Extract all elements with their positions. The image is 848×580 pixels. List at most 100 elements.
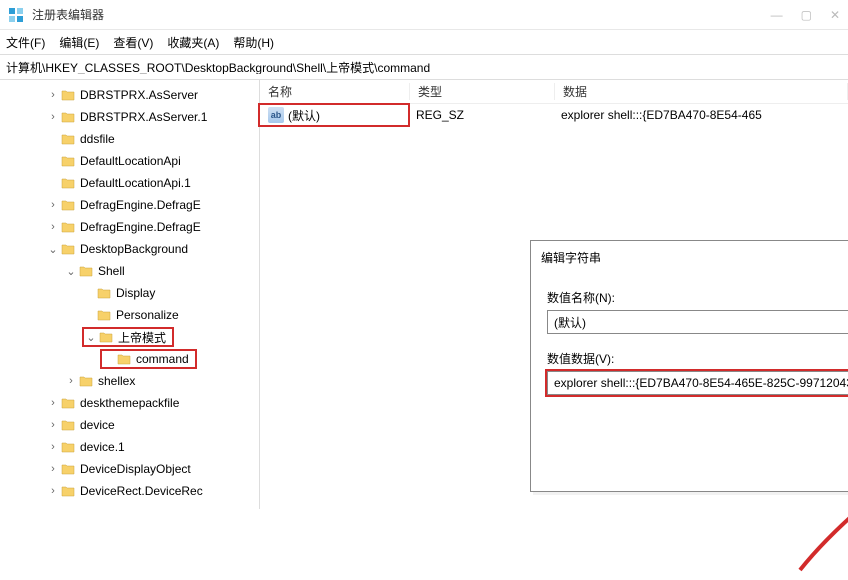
list-header: 名称 类型 数据 (260, 80, 848, 104)
folder-icon (60, 439, 76, 455)
folder-icon (60, 395, 76, 411)
titlebar: 注册表编辑器 — ▢ ✕ (0, 0, 848, 30)
tree-item[interactable]: Display (0, 282, 259, 304)
folder-icon (60, 461, 76, 477)
menu-edit[interactable]: 编辑(E) (59, 34, 99, 51)
folder-icon (60, 175, 76, 191)
tree-item-label: Personalize (116, 308, 179, 322)
folder-icon (60, 87, 76, 103)
value-name-field[interactable]: (默认) (547, 310, 848, 334)
window-controls: — ▢ ✕ (771, 8, 840, 22)
value-data-label: 数值数据(V): (547, 350, 848, 367)
menubar: 文件(F) 编辑(E) 查看(V) 收藏夹(A) 帮助(H) (0, 30, 848, 54)
value-data-field[interactable]: explorer shell:::{ED7BA470-8E54-465E-825… (547, 371, 848, 395)
col-data[interactable]: 数据 (555, 83, 848, 100)
main-panel: › DBRSTPRX.AsServer › DBRSTPRX.AsServer.1 dd… (0, 80, 848, 509)
tree-item-label: shellex (98, 374, 135, 388)
chevron-right-icon[interactable]: › (46, 199, 60, 211)
tree-item[interactable]: ›DefragEngine.DefragE (0, 216, 259, 238)
tree-item[interactable]: ⌄ DesktopBackground (0, 238, 259, 260)
tree-item-label: DBRSTPRX.AsServer (80, 88, 198, 102)
value-name-label: 数值名称(N): (547, 289, 848, 306)
tree-item[interactable]: ›DefragEngine.DefragE (0, 194, 259, 216)
minimize-button[interactable]: — (771, 8, 783, 22)
folder-icon (96, 285, 112, 301)
value-name-text: (默认) (554, 314, 586, 331)
folder-icon (60, 417, 76, 433)
folder-icon (78, 263, 94, 279)
close-button[interactable]: ✕ (830, 8, 840, 22)
value-data-text: explorer shell:::{ED7BA470-8E54-465E-825… (554, 376, 848, 390)
list-panel: 名称 类型 数据 ab (默认) REG_SZ explorer shell::… (260, 80, 848, 509)
tree-panel[interactable]: › DBRSTPRX.AsServer › DBRSTPRX.AsServer.1 dd… (0, 80, 260, 509)
reg-sz-icon: ab (268, 107, 284, 123)
address-bar (0, 54, 848, 80)
menu-file[interactable]: 文件(F) (6, 34, 45, 51)
cell-type: REG_SZ (408, 108, 553, 122)
edit-string-dialog: 编辑字符串 ✕ 数值名称(N): (默认) 数值数据(V): explorer … (530, 240, 848, 492)
chevron-down-icon[interactable]: ⌄ (64, 265, 78, 278)
folder-icon (60, 483, 76, 499)
tree-item[interactable]: DefaultLocationApi.1 (0, 172, 259, 194)
tree-item-label: DBRSTPRX.AsServer.1 (80, 110, 207, 124)
tree-item[interactable]: › shellex (0, 370, 259, 392)
col-type[interactable]: 类型 (410, 83, 555, 100)
col-name[interactable]: 名称 (260, 83, 410, 100)
chevron-down-icon[interactable]: ⌄ (46, 243, 60, 256)
tree-item[interactable]: ⌄ Shell (0, 260, 259, 282)
tree-item[interactable]: › DeviceDisplayObject (0, 458, 259, 480)
chevron-right-icon[interactable]: › (46, 419, 60, 431)
dialog-title: 编辑字符串 (541, 249, 601, 266)
tree-item-label: DeviceRect.DeviceRec (80, 484, 203, 498)
chevron-right-icon[interactable]: › (46, 397, 60, 409)
tree-item-label: ddsfile (80, 132, 115, 146)
tree-item-label: deskthemepackfile (80, 396, 179, 410)
chevron-right-icon[interactable]: › (46, 463, 60, 475)
tree-item-label: DeviceDisplayObject (80, 462, 191, 476)
tree-item[interactable]: › DeviceRect.DeviceRec (0, 480, 259, 502)
tree-item[interactable]: › device (0, 414, 259, 436)
window-title: 注册表编辑器 (32, 6, 104, 23)
list-row[interactable]: ab (默认) REG_SZ explorer shell:::{ED7BA47… (260, 104, 848, 126)
chevron-right-icon[interactable]: › (46, 441, 60, 453)
folder-icon (60, 241, 76, 257)
chevron-down-icon[interactable]: ⌄ (84, 331, 98, 344)
folder-icon (60, 197, 76, 213)
chevron-right-icon[interactable]: › (46, 221, 60, 233)
cell-name-text: (默认) (288, 107, 320, 124)
chevron-right-icon[interactable]: › (46, 485, 60, 497)
cell-data: explorer shell:::{ED7BA470-8E54-465 (553, 108, 848, 122)
tree-item[interactable]: ddsfile (0, 128, 259, 150)
menu-help[interactable]: 帮助(H) (233, 34, 274, 51)
tree-item-label: DesktopBackground (80, 242, 188, 256)
tree-item-label: Display (116, 286, 155, 300)
maximize-button[interactable]: ▢ (801, 8, 812, 22)
menu-view[interactable]: 查看(V) (113, 34, 153, 51)
tree-item[interactable]: › DBRSTPRX.AsServer.1 (0, 106, 259, 128)
cell-name[interactable]: ab (默认) (260, 105, 408, 125)
chevron-right-icon[interactable]: › (46, 89, 60, 101)
address-input[interactable] (6, 60, 842, 74)
dialog-titlebar[interactable]: 编辑字符串 ✕ (531, 241, 848, 273)
tree-item-label: 上帝模式 (118, 329, 166, 346)
chevron-right-icon[interactable]: › (46, 111, 60, 123)
folder-icon (60, 109, 76, 125)
tree-item[interactable]: DefaultLocationApi (0, 150, 259, 172)
tree-item-label: command (136, 352, 189, 366)
chevron-right-icon[interactable]: › (64, 375, 78, 387)
tree-item[interactable]: command (0, 348, 259, 370)
tree-item[interactable]: Personalize (0, 304, 259, 326)
tree-item[interactable]: ⌄ 上帝模式 (0, 326, 259, 348)
tree-item-label: device.1 (80, 440, 125, 454)
folder-icon (60, 153, 76, 169)
tree-item-label: device (80, 418, 115, 432)
tree-item[interactable]: › device.1 (0, 436, 259, 458)
folder-icon (98, 329, 114, 345)
folder-icon (60, 219, 76, 235)
menu-favorites[interactable]: 收藏夹(A) (167, 34, 219, 51)
folder-icon (78, 373, 94, 389)
tree-item[interactable]: › deskthemepackfile (0, 392, 259, 414)
folder-icon (60, 131, 76, 147)
tree-item-label: Shell (98, 264, 125, 278)
tree-item[interactable]: › DBRSTPRX.AsServer (0, 84, 259, 106)
